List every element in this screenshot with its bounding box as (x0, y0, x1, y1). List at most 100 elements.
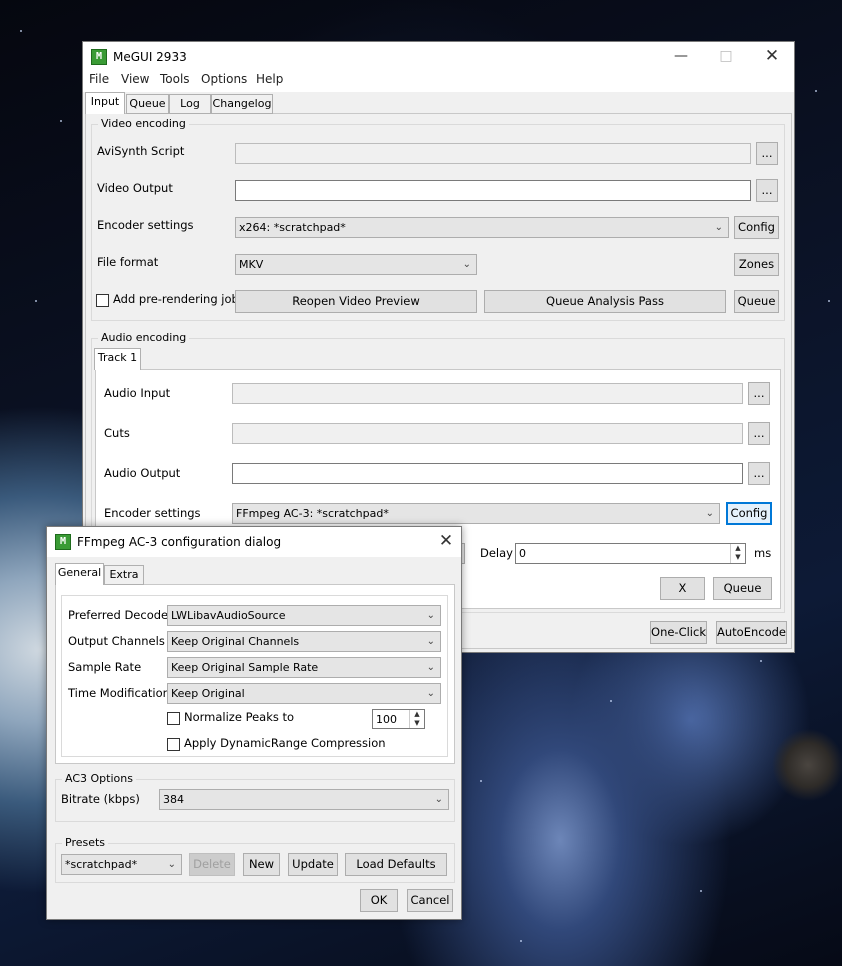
video-output-field[interactable] (235, 180, 751, 201)
output-channels-label: Output Channels (68, 634, 165, 648)
audio-input-field[interactable] (232, 383, 743, 404)
tab-input[interactable]: Input (85, 92, 125, 114)
output-channels-value: Keep Original Channels (171, 635, 300, 648)
update-preset-button[interactable]: Update (288, 853, 338, 876)
video-queue-button[interactable]: Queue (734, 290, 779, 313)
ac3-options-title: AC3 Options (62, 772, 136, 785)
tab-extra[interactable]: Extra (104, 565, 144, 585)
avisynth-script-label: AviSynth Script (97, 144, 185, 158)
file-format-select[interactable]: MKV ⌄ (235, 254, 477, 275)
normalize-label: Normalize Peaks to (184, 710, 295, 724)
output-channels-select[interactable]: Keep Original Channels ⌄ (167, 631, 441, 652)
bitrate-select[interactable]: 384 ⌄ (159, 789, 449, 810)
chevron-down-icon: ⌄ (705, 508, 714, 519)
dialog-title-bar[interactable]: M FFmpeg AC-3 configuration dialog ✕ (47, 527, 461, 557)
menu-view[interactable]: View (121, 72, 149, 86)
megui-app-icon: M (55, 534, 71, 550)
audio-encoder-settings-label: Encoder settings (104, 506, 201, 520)
drc-checkbox[interactable] (167, 738, 180, 751)
normalize-value: 100 (376, 713, 397, 726)
zones-button[interactable]: Zones (734, 253, 779, 276)
cuts-label: Cuts (104, 426, 130, 440)
sample-rate-select[interactable]: Keep Original Sample Rate ⌄ (167, 657, 441, 678)
ok-button[interactable]: OK (360, 889, 398, 912)
audio-output-browse-button[interactable]: ... (748, 462, 770, 485)
preset-value: *scratchpad* (65, 858, 138, 871)
star (35, 300, 37, 302)
one-click-button[interactable]: One-Click (650, 621, 707, 644)
audio-config-button[interactable]: Config (726, 502, 772, 525)
menu-help[interactable]: Help (256, 72, 283, 86)
audio-queue-button[interactable]: Queue (713, 577, 772, 600)
preset-select[interactable]: *scratchpad* ⌄ (61, 854, 182, 875)
video-output-browse-button[interactable]: ... (756, 179, 778, 202)
queue-analysis-button[interactable]: Queue Analysis Pass (484, 290, 726, 313)
normalize-spinner[interactable]: ▲ ▼ (409, 710, 424, 728)
time-modification-value: Keep Original (171, 687, 245, 700)
load-defaults-button[interactable]: Load Defaults (345, 853, 447, 876)
tab-log[interactable]: Log (169, 94, 211, 114)
audio-output-field[interactable] (232, 463, 743, 484)
star (700, 890, 702, 892)
video-encoder-select[interactable]: x264: *scratchpad* ⌄ (235, 217, 729, 238)
chevron-down-icon: ⌄ (462, 259, 471, 270)
star (828, 300, 830, 302)
main-window-title: MeGUI 2933 (113, 50, 187, 64)
star (520, 940, 522, 942)
close-icon[interactable]: ✕ (758, 46, 786, 66)
autoencode-button[interactable]: AutoEncode (716, 621, 787, 644)
cancel-button[interactable]: Cancel (407, 889, 453, 912)
chevron-down-icon: ⌄ (434, 794, 443, 805)
new-preset-button[interactable]: New (243, 853, 280, 876)
chevron-down-icon: ⌄ (426, 610, 435, 621)
minimize-icon[interactable]: — (667, 46, 695, 66)
delay-field[interactable]: 0 ▲ ▼ (515, 543, 746, 564)
maximize-icon[interactable]: □ (712, 46, 740, 66)
menu-options[interactable]: Options (201, 72, 247, 86)
audio-encoder-value: FFmpeg AC-3: *scratchpad* (236, 507, 389, 520)
star (815, 90, 817, 92)
star (610, 700, 612, 702)
menu-file[interactable]: File (89, 72, 109, 86)
preferred-decoder-select[interactable]: LWLibavAudioSource ⌄ (167, 605, 441, 626)
tab-general[interactable]: General (55, 563, 104, 585)
sample-rate-value: Keep Original Sample Rate (171, 661, 319, 674)
tab-queue[interactable]: Queue (126, 94, 169, 114)
audio-encoding-title: Audio encoding (98, 331, 190, 344)
star (60, 120, 62, 122)
close-icon[interactable]: ✕ (432, 531, 460, 551)
time-modification-label: Time Modification (68, 686, 170, 700)
audio-input-label: Audio Input (104, 386, 171, 400)
delay-spinner[interactable]: ▲ ▼ (730, 544, 745, 563)
preferred-decoder-label: Preferred Decoder (68, 608, 173, 622)
star (760, 660, 762, 662)
megui-app-icon: M (91, 49, 107, 65)
prerender-checkbox[interactable] (96, 294, 109, 307)
chevron-down-icon: ⌄ (426, 636, 435, 647)
cuts-browse-button[interactable]: ... (748, 422, 770, 445)
tab-track-1[interactable]: Track 1 (94, 348, 141, 370)
time-modification-select[interactable]: Keep Original ⌄ (167, 683, 441, 704)
audio-remove-button[interactable]: X (660, 577, 705, 600)
main-title-bar[interactable]: M MeGUI 2933 — □ ✕ (83, 42, 794, 72)
delay-value: 0 (519, 547, 526, 560)
normalize-field[interactable]: 100 ▲ ▼ (372, 709, 425, 729)
reopen-preview-button[interactable]: Reopen Video Preview (235, 290, 477, 313)
avisynth-script-field[interactable] (235, 143, 751, 164)
main-menu-bar: File View Tools Options Help (83, 72, 794, 92)
chevron-down-icon: ⌄ (426, 662, 435, 673)
audio-input-browse-button[interactable]: ... (748, 382, 770, 405)
bitrate-value: 384 (163, 793, 184, 806)
tab-changelog[interactable]: Changelog (211, 94, 273, 114)
audio-encoder-select[interactable]: FFmpeg AC-3: *scratchpad* ⌄ (232, 503, 720, 524)
delay-label: Delay (480, 546, 513, 560)
cuts-field[interactable] (232, 423, 743, 444)
normalize-checkbox[interactable] (167, 712, 180, 725)
sample-rate-label: Sample Rate (68, 660, 142, 674)
menu-tools[interactable]: Tools (160, 72, 190, 86)
avisynth-browse-button[interactable]: ... (756, 142, 778, 165)
chevron-down-icon: ⌄ (167, 859, 176, 870)
delete-preset-button[interactable]: Delete (189, 853, 235, 876)
video-config-button[interactable]: Config (734, 216, 779, 239)
video-output-label: Video Output (97, 181, 173, 195)
